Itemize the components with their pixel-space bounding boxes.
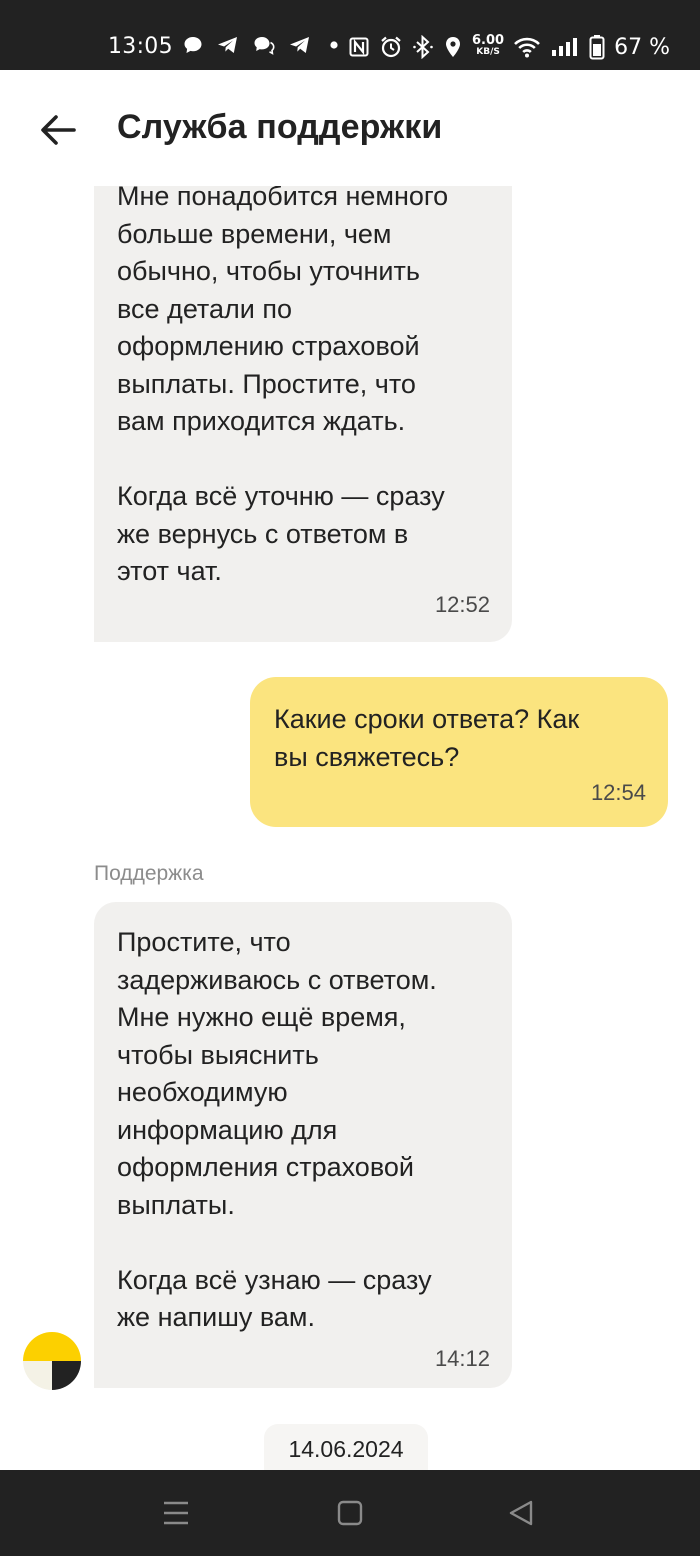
message-text: Какие сроки ответа? Как вы свяжетесь? <box>274 704 580 772</box>
alarm-icon <box>381 36 401 58</box>
page-title: Служба поддержки <box>117 108 443 146</box>
back-nav-button[interactable] <box>507 1498 537 1528</box>
system-icons: 6.00 KB/S 67 % <box>348 34 670 60</box>
net-speed: 6.00 KB/S <box>472 34 504 57</box>
location-icon <box>446 37 460 57</box>
dot-icon <box>330 41 338 49</box>
net-speed-unit: KB/S <box>476 46 500 57</box>
status-bar: 13:05 6.00 KB/S 67 % <box>0 0 700 70</box>
signal-icon <box>552 38 578 56</box>
home-icon <box>337 1500 363 1526</box>
support-avatar <box>23 1332 81 1390</box>
chat-thread[interactable]: Мне понадобится немного больше времени, … <box>0 186 700 1470</box>
message-text: Мне понадобится немного больше времени, … <box>117 186 449 586</box>
message-support: Простите, что задерживаюсь с ответом. Мн… <box>94 902 512 1388</box>
message-time: 12:54 <box>590 780 646 805</box>
chat-bubble-icon <box>184 37 202 53</box>
support-logo-icon <box>23 1332 81 1390</box>
message-support: Мне понадобится немного больше времени, … <box>94 186 512 642</box>
message-user: Какие сроки ответа? Как вы свяжетесь? 12… <box>250 677 668 827</box>
system-nav-bar <box>0 1470 700 1556</box>
back-button[interactable] <box>38 110 78 150</box>
status-time: 13:05 <box>108 34 173 59</box>
battery-icon <box>589 35 605 60</box>
message-text: Простите, что задерживаюсь с ответом. Мн… <box>117 927 437 1332</box>
chat-bubbles-icon <box>254 37 275 55</box>
telegram-icon <box>290 37 309 53</box>
home-button[interactable] <box>335 1498 365 1528</box>
recent-apps-icon <box>164 1501 188 1525</box>
battery-percent: 67 % <box>614 34 670 60</box>
arrow-left-icon <box>41 115 76 145</box>
notification-icons <box>182 34 344 56</box>
app-header: Служба поддержки <box>0 70 700 186</box>
telegram-icon <box>218 37 237 53</box>
sender-label: Поддержка <box>94 862 204 885</box>
wifi-icon <box>514 37 540 58</box>
back-triangle-icon <box>509 1500 533 1526</box>
net-speed-value: 6.00 <box>472 32 505 48</box>
recent-apps-button[interactable] <box>161 1498 191 1528</box>
date-separator: 14.06.2024 <box>264 1424 428 1470</box>
message-time: 14:12 <box>434 1346 490 1371</box>
message-time: 12:52 <box>434 592 490 617</box>
bluetooth-icon <box>413 35 433 59</box>
nfc-icon <box>349 37 369 57</box>
